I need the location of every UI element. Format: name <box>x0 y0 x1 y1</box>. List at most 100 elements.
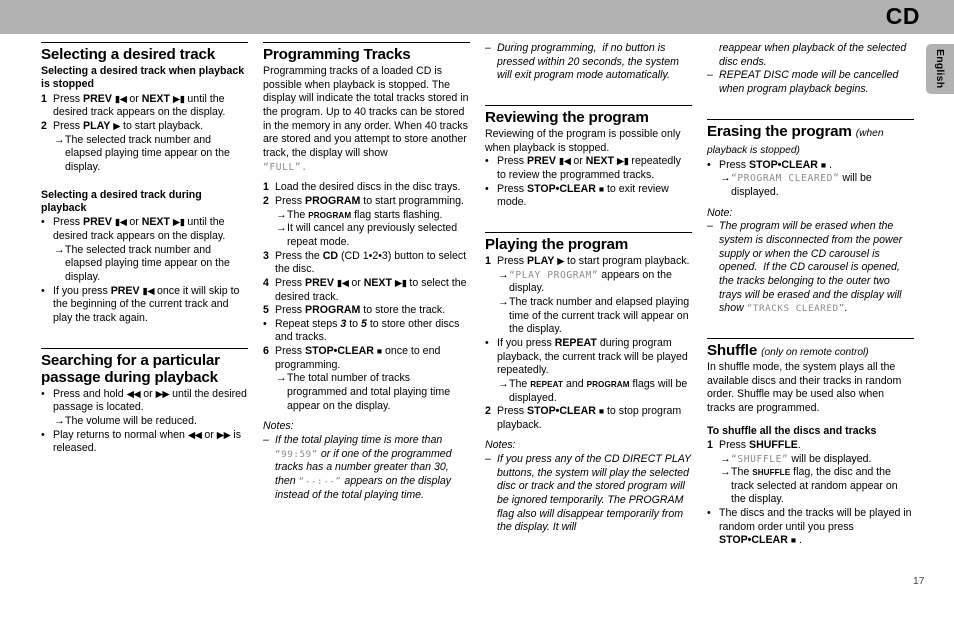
section-rule <box>707 337 914 339</box>
numbered-step: 6 Press STOP•CLEAR ■ once to end programm… <box>263 345 470 372</box>
bullet-item: • Press PREV ▮◀ or NEXT ▶▮ repeatedly to … <box>485 155 692 182</box>
section-heading: Searching for a particular passage durin… <box>41 351 220 386</box>
col-2: Programming Tracks Programming tracks of … <box>263 42 470 548</box>
section-heading: Selecting a desired track <box>41 46 215 63</box>
section-heading: Playing the program <box>485 235 629 253</box>
list-text: The selected track number and elapsed pl… <box>65 133 230 173</box>
list-text: Press PREV ▮◀ or NEXT ▶▮ repeatedly to r… <box>497 155 681 181</box>
list-marker: – <box>707 220 713 233</box>
list-text: If you press PREV ▮◀ once it will skip t… <box>53 284 240 324</box>
list-text: “PROGRAM CLEARED” will be displayed. <box>731 172 872 198</box>
list-text: Press and hold ◀◀ or ▶▶ until the desire… <box>53 387 247 414</box>
section-heading-text: Shuffle <box>707 341 758 359</box>
list-text: The volume will be reduced. <box>65 414 197 427</box>
result-item: → The selected track number and elapsed p… <box>41 244 248 285</box>
list-marker: → <box>54 414 65 427</box>
list-marker: → <box>498 295 509 308</box>
result-item: → The volume will be reduced. <box>41 415 248 429</box>
note-item: – The program will be erased when the sys… <box>707 220 914 316</box>
section-rule <box>707 118 914 120</box>
list-marker: • <box>485 336 489 349</box>
paragraph: Reviewing of the program is possible onl… <box>485 127 681 154</box>
list-marker: → <box>54 133 65 146</box>
bullet-item: • If you press REPEAT during program play… <box>485 337 692 378</box>
sub-heading: Selecting a desired track when playback … <box>41 65 245 91</box>
numbered-step: 1 Load the desired discs in the disc tray… <box>263 181 470 195</box>
list-text: REPEAT DISC mode will be cancelled when … <box>719 69 899 95</box>
section-rule <box>41 347 248 349</box>
note-item: – If the total playing time is more than … <box>263 434 470 502</box>
paragraph: Programming tracks of a loaded CD is pos… <box>263 65 469 159</box>
section-heading: Erasing the program (when playback is st… <box>707 123 914 157</box>
list-marker: → <box>276 222 287 235</box>
list-text: It will cancel any previously selected r… <box>287 222 458 248</box>
result-item: → The track number and elapsed playing ti… <box>485 296 692 337</box>
content-columns: Selecting a desired track Selecting a des… <box>41 42 914 548</box>
notes-label: Notes: <box>263 420 294 433</box>
list-marker: • <box>707 158 711 171</box>
continued-text: reappear when playback of the selected d… <box>707 42 914 69</box>
list-text: Repeat steps 3 to 5 to store other discs… <box>275 317 460 344</box>
list-marker: → <box>720 172 731 185</box>
list-marker: • <box>707 507 711 520</box>
bullet-item: • Press PREV ▮◀ or NEXT ▶▮ until the desi… <box>41 216 248 243</box>
page-number: 17 <box>913 576 925 587</box>
result-item: → It will cancel any previously selected … <box>263 222 470 249</box>
list-text: Press PROGRAM to store the track. <box>275 304 446 317</box>
list-text: Press PREV ▮◀ or NEXT ▶▮ until the desir… <box>53 92 226 119</box>
list-marker: 3 <box>263 249 269 262</box>
sub-heading: To shuffle all the discs and tracks <box>707 424 877 437</box>
bullet-item: • Repeat steps 3 to 5 to store other disc… <box>263 318 470 345</box>
section-rule <box>485 104 692 106</box>
numbered-step: 3 Press the CD (CD 1•2•3) button to selec… <box>263 250 470 277</box>
result-item: → The REPEAT and PROGRAM flags will be di… <box>485 378 692 405</box>
list-text: The REPEAT and PROGRAM flags will be dis… <box>509 377 688 404</box>
result-item: → “PLAY PROGRAM” appears on the display. <box>485 269 692 296</box>
list-marker: – <box>485 453 491 466</box>
bullet-item: • Press STOP•CLEAR ■ to exit review mode. <box>485 183 692 210</box>
list-text: Press SHUFFLE. <box>719 438 801 451</box>
result-item: → “SHUFFLE” will be displayed. <box>707 453 914 467</box>
list-marker: 1 <box>263 181 269 194</box>
list-text: Press PREV ▮◀ or NEXT ▶▮ to select the d… <box>275 276 467 303</box>
section-heading: Programming Tracks <box>263 46 411 63</box>
notes-label: Note: <box>707 206 733 219</box>
page-title: CD <box>885 3 920 29</box>
list-marker: → <box>498 377 509 390</box>
result-item: → “PROGRAM CLEARED” will be displayed. <box>707 172 914 199</box>
lcd-display-text: “FULL”. <box>263 161 308 173</box>
list-text: If the total playing time is more than “… <box>275 434 452 501</box>
section-rule <box>485 231 692 233</box>
list-marker: 2 <box>41 120 47 133</box>
list-marker: • <box>41 387 45 400</box>
result-item: → The selected track number and elapsed p… <box>41 134 248 175</box>
result-item: → The SHUFFLE flag, the disc and the trac… <box>707 466 914 507</box>
list-marker: → <box>276 208 287 221</box>
list-marker: → <box>720 452 731 465</box>
result-item: → The total number of tracks programmed a… <box>263 372 470 413</box>
list-text: Load the desired discs in the disc trays… <box>275 181 461 194</box>
list-text: The PROGRAM flag starts flashing. <box>287 208 443 221</box>
list-marker: 6 <box>263 345 269 358</box>
numbered-step: 5 Press PROGRAM to store the track. <box>263 304 470 318</box>
list-text: reappear when playback of the selected d… <box>719 42 907 68</box>
numbered-step: 2 Press PLAY ▶ to start playback. <box>41 120 248 134</box>
list-text: The SHUFFLE flag, the disc and the track… <box>731 466 898 506</box>
sub-heading: Selecting a desired track during playbac… <box>41 188 202 214</box>
list-marker: 1 <box>485 254 491 267</box>
paragraph: In shuffle mode, the system plays all th… <box>707 360 902 414</box>
list-marker: → <box>54 243 65 256</box>
list-text: Press PROGRAM to start programming. <box>275 194 464 207</box>
list-marker: 2 <box>485 405 491 418</box>
note-item: – If you press any of the CD DIRECT PLAY … <box>485 453 692 535</box>
list-marker: 1 <box>707 438 713 451</box>
language-tab-label: English <box>934 49 946 89</box>
list-marker: 4 <box>263 276 269 289</box>
section-heading-text: Erasing the program <box>707 122 852 140</box>
numbered-step: 2 Press PROGRAM to start programming. <box>263 195 470 209</box>
list-text: Press STOP•CLEAR ■ . <box>719 158 832 171</box>
list-marker: • <box>485 182 489 195</box>
